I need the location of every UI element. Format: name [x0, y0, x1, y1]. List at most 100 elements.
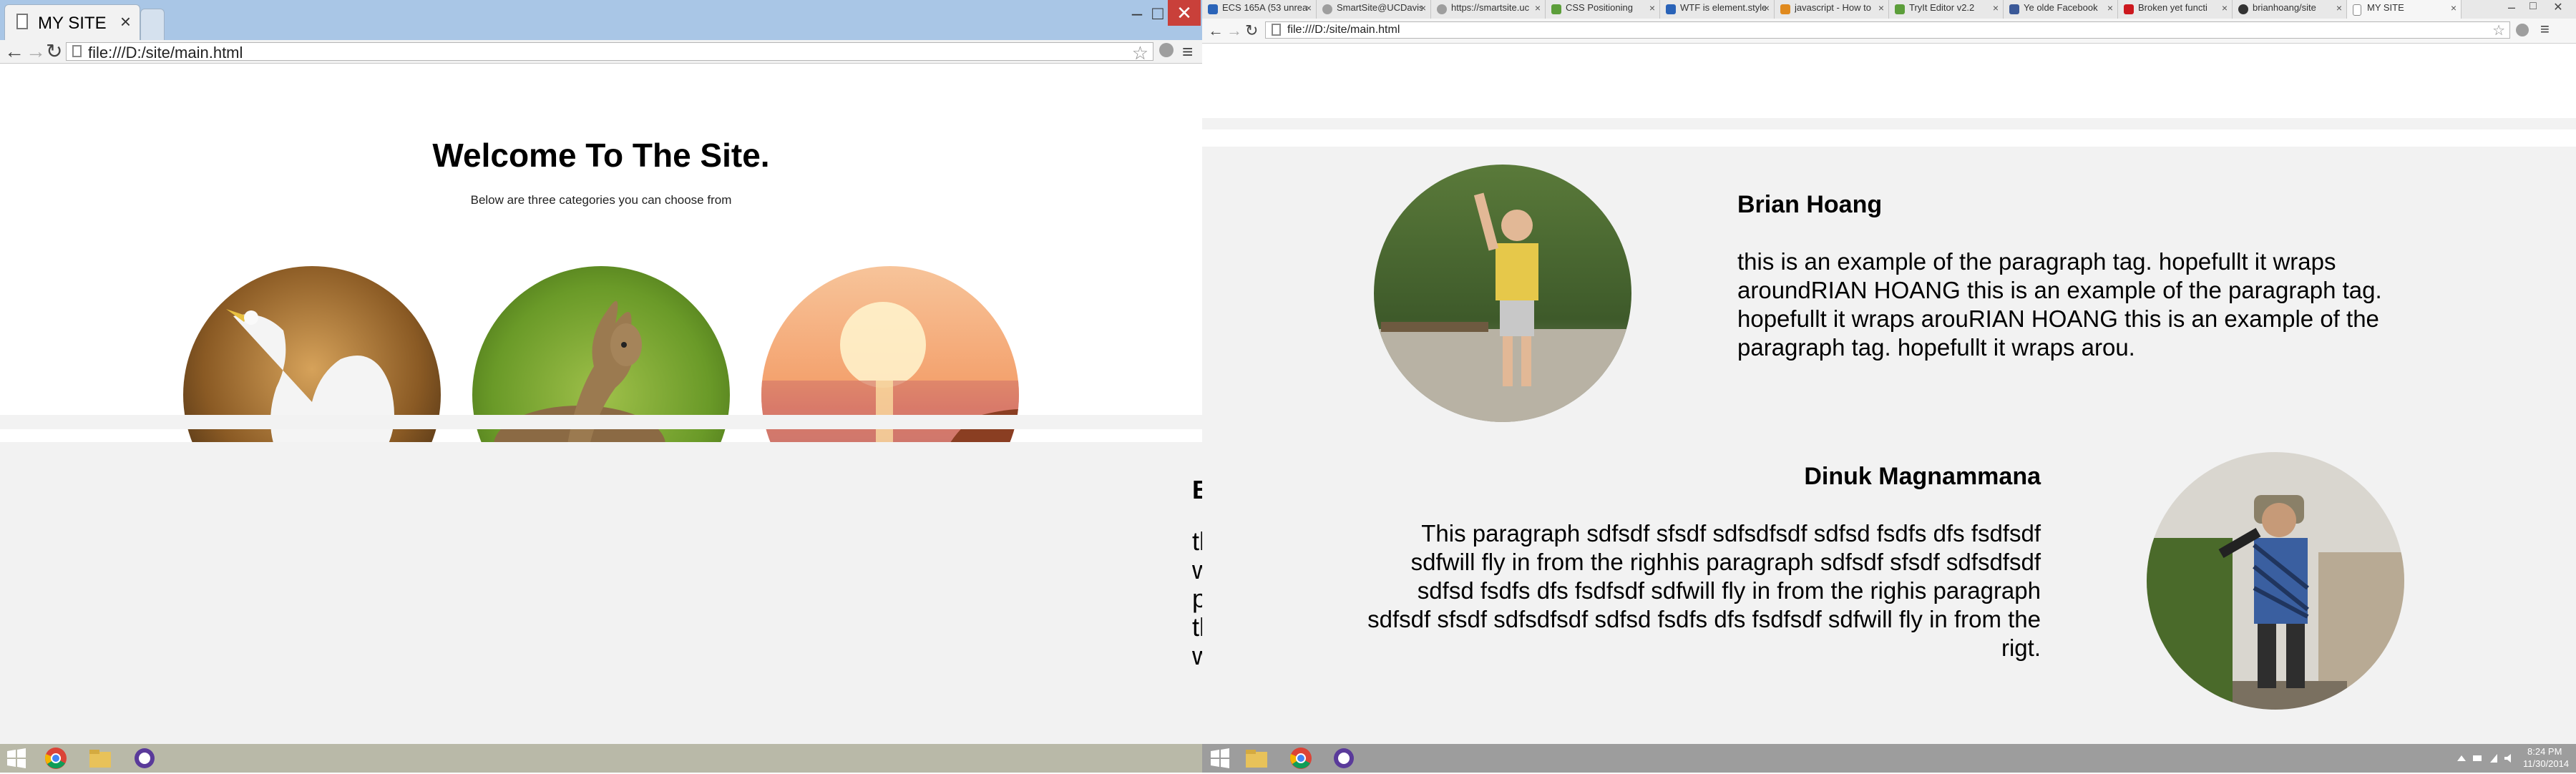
maximize-button[interactable]: □: [2522, 0, 2544, 13]
tab-javascript-howto[interactable]: javascript - How to ×: [1775, 0, 1889, 19]
clipped-line: w: [1192, 641, 1202, 670]
file-explorer-icon[interactable]: [86, 746, 114, 770]
clipped-line: p: [1192, 584, 1202, 613]
tab-close-icon[interactable]: ×: [2222, 2, 2228, 14]
clipped-line: tl: [1192, 526, 1202, 556]
section-divider: [0, 415, 1202, 429]
page-icon: [16, 14, 28, 29]
tab-css-positioning[interactable]: CSS Positioning ×: [1546, 0, 1660, 19]
back-button[interactable]: ←: [1208, 21, 1224, 41]
clock-date[interactable]: 11/30/2014: [2523, 758, 2569, 769]
mail-icon: [1208, 4, 1218, 14]
extension-icon[interactable]: [1159, 43, 1174, 57]
reload-button[interactable]: ↻: [1245, 21, 1258, 41]
maximize-button[interactable]: □: [1148, 0, 1168, 26]
right-taskbar: 8:24 PM 11/30/2014: [1202, 744, 2576, 773]
tab-smartsite[interactable]: SmartSite@UCDavis ×: [1317, 0, 1431, 19]
tab-title: SmartSite@UCDavis: [1337, 2, 1423, 13]
tab-ecs-165a[interactable]: ECS 165A (53 unread ×: [1202, 0, 1317, 19]
tab-close-icon[interactable]: ×: [2336, 2, 2342, 14]
close-window-button[interactable]: ✕: [2544, 0, 2572, 14]
tab-close-icon[interactable]: ×: [1649, 2, 1655, 14]
url-text: file:///D:/site/main.html: [1287, 24, 1400, 36]
person-with-camera-photo-icon: [2147, 452, 2404, 710]
tab-my-site[interactable]: MY SITE ×: [4, 4, 140, 40]
stackoverflow-icon: [1780, 4, 1790, 14]
profile-name: Brian Hoang: [1737, 191, 1883, 218]
page-title: Welcome To The Site.: [432, 137, 770, 174]
tab-close-icon[interactable]: ×: [1306, 2, 1312, 14]
forward-button[interactable]: →: [1226, 21, 1242, 41]
tab-my-site[interactable]: MY SITE ×: [2347, 0, 2462, 19]
clipped-line: tl: [1192, 612, 1202, 642]
right-browser-window: ECS 165A (53 unread × SmartSite@UCDavis …: [1202, 0, 2576, 744]
tab-title: MY SITE: [38, 14, 107, 33]
chrome-icon[interactable]: [42, 746, 70, 770]
site-icon: [1666, 4, 1676, 14]
back-button[interactable]: ←: [4, 41, 24, 62]
profile-paragraph: this is an example of the paragraph tag.…: [1737, 248, 2382, 361]
close-window-button[interactable]: ✕: [1168, 0, 1201, 26]
left-toolbar: ← → ↻ file:///D:/site/main.html ☆ ≡: [0, 40, 1202, 64]
reload-button[interactable]: ↻: [46, 41, 62, 62]
clipped-heading: B: [1192, 475, 1202, 504]
left-tab-strip: MY SITE × – □ ✕: [0, 0, 1202, 41]
tab-element-style[interactable]: WTF is element.style ×: [1660, 0, 1775, 19]
tab-smartsite-url[interactable]: https://smartsite.uc ×: [1431, 0, 1546, 19]
address-bar[interactable]: file:///D:/site/main.html ☆: [1265, 21, 2510, 39]
facebook-icon: [2009, 4, 2019, 14]
tab-youtube[interactable]: Broken yet functi ×: [2118, 0, 2233, 19]
tab-close-icon[interactable]: ×: [1878, 2, 1884, 14]
start-icon[interactable]: [4, 746, 29, 770]
app-icon[interactable]: [130, 746, 159, 770]
tab-title: Ye olde Facebook: [2024, 2, 2098, 13]
tab-github[interactable]: brianhoang/site ×: [2233, 0, 2347, 19]
tab-title: javascript - How to: [1795, 2, 1871, 13]
tab-close-icon[interactable]: ×: [120, 11, 131, 33]
tab-title: https://smartsite.uc: [1451, 2, 1530, 13]
youtube-icon: [2124, 4, 2134, 14]
extension-icon[interactable]: [2516, 24, 2529, 36]
tab-close-icon[interactable]: ×: [1535, 2, 1541, 14]
clipped-line: w: [1192, 555, 1202, 584]
left-taskbar: [0, 744, 1202, 773]
tab-title: Broken yet functi: [2138, 2, 2207, 13]
menu-icon[interactable]: ≡: [2540, 20, 2550, 39]
chrome-icon[interactable]: [1287, 746, 1315, 770]
url-text: file:///D:/site/main.html: [88, 44, 243, 62]
clock-time[interactable]: 8:24 PM: [2527, 746, 2562, 757]
w3schools-icon: [1551, 4, 1561, 14]
person-waving-photo-icon: [1374, 165, 1631, 422]
system-tray-icons[interactable]: [2454, 753, 2519, 764]
app-icon[interactable]: [1330, 746, 1358, 770]
section-divider: [1202, 118, 2576, 129]
address-bar[interactable]: file:///D:/site/main.html ☆: [66, 42, 1153, 64]
about-section: Brian Hoang this is an example of the pa…: [1202, 147, 2576, 744]
minimize-button[interactable]: –: [1126, 0, 1148, 26]
github-icon: [2238, 4, 2248, 14]
w3schools-icon: [1895, 4, 1905, 14]
tab-facebook[interactable]: Ye olde Facebook ×: [2004, 0, 2118, 19]
tab-close-icon[interactable]: ×: [1993, 2, 1999, 14]
right-toolbar: ← → ↻ file:///D:/site/main.html ☆ ≡: [1202, 19, 2576, 44]
tab-close-icon[interactable]: ×: [2451, 2, 2457, 14]
tab-title: brianhoang/site: [2253, 2, 2316, 13]
tab-title: MY SITE: [2367, 2, 2404, 13]
bookmark-star-icon[interactable]: ☆: [1132, 42, 1148, 64]
tab-tryit-editor[interactable]: TryIt Editor v2.2 ×: [1889, 0, 2004, 19]
page-subtitle: Below are three categories you can choos…: [470, 193, 732, 207]
tab-close-icon[interactable]: ×: [1420, 2, 1426, 14]
file-explorer-icon[interactable]: [1242, 746, 1271, 770]
new-tab-button[interactable]: [140, 9, 165, 40]
tab-close-icon[interactable]: ×: [2107, 2, 2113, 14]
right-tab-strip: ECS 165A (53 unread × SmartSite@UCDavis …: [1202, 0, 2576, 19]
start-icon[interactable]: [1208, 746, 1232, 770]
tab-title: CSS Positioning: [1566, 2, 1633, 13]
forward-button[interactable]: →: [26, 41, 46, 62]
minimize-button[interactable]: –: [2501, 0, 2522, 15]
tab-title: WTF is element.style: [1680, 2, 1766, 13]
bookmark-star-icon[interactable]: ☆: [2492, 21, 2505, 39]
tab-close-icon[interactable]: ×: [1764, 2, 1770, 14]
loading-icon: [1322, 4, 1332, 14]
menu-icon[interactable]: ≡: [1182, 41, 1193, 63]
